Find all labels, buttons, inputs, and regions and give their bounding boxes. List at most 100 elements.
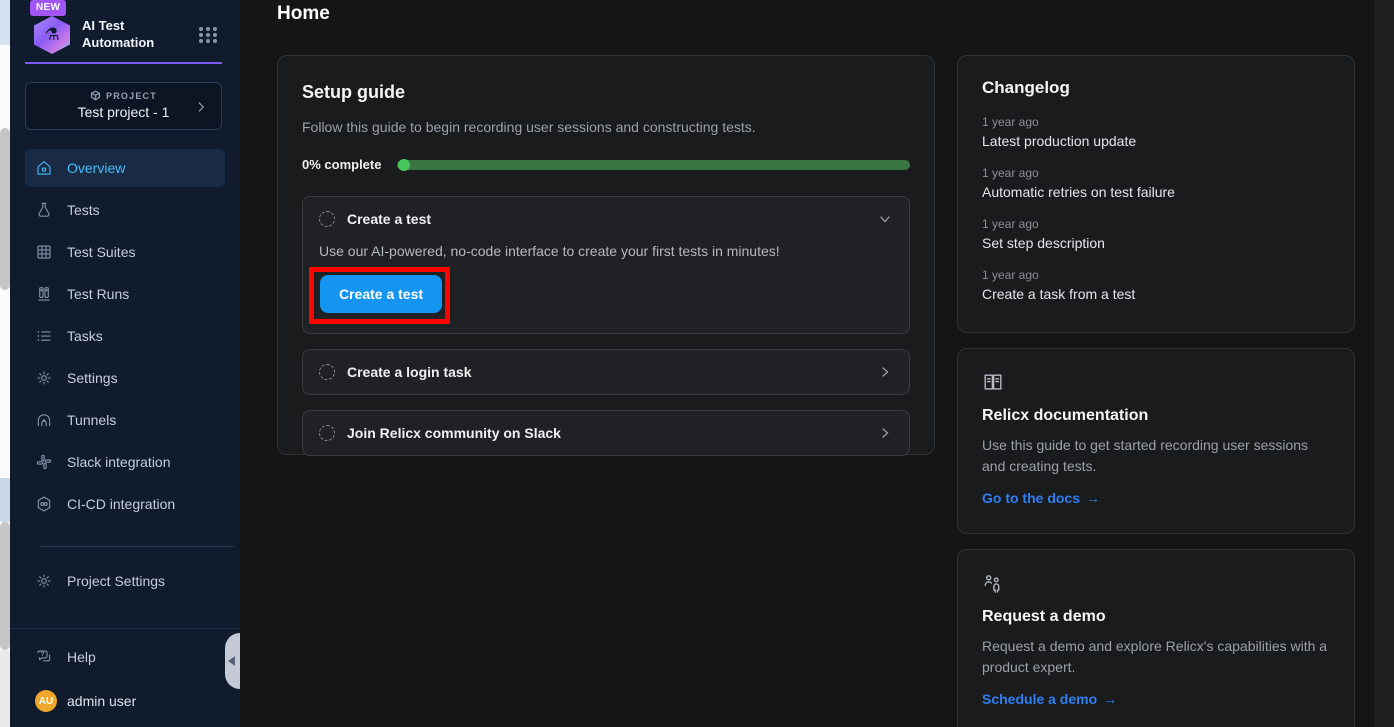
sidebar-item-tunnels[interactable]: Tunnels bbox=[25, 401, 225, 439]
chevron-down-icon bbox=[877, 211, 893, 227]
triangle-left-icon bbox=[228, 656, 235, 666]
incomplete-step-icon bbox=[319, 425, 335, 441]
background-window-segment bbox=[0, 650, 10, 727]
sidebar-item-help[interactable]: ? Help bbox=[25, 638, 225, 676]
page-title: Home bbox=[277, 3, 330, 25]
step-title: Create a login task bbox=[347, 364, 877, 380]
accent-divider bbox=[25, 62, 222, 64]
project-label-row: PROJECT bbox=[26, 90, 221, 101]
table-icon bbox=[35, 243, 53, 261]
user-name: admin user bbox=[67, 693, 136, 709]
sidebar-item-cicd-integration[interactable]: CI-CD integration bbox=[25, 485, 225, 523]
cube-icon bbox=[90, 90, 101, 101]
sidebar-nav: Overview Tests Test Suites Test Runs Tas… bbox=[10, 149, 240, 527]
tunnel-icon bbox=[35, 411, 53, 429]
sidebar-item-tests[interactable]: Tests bbox=[25, 191, 225, 229]
setup-step-join-slack: Join Relicx community on Slack bbox=[302, 410, 910, 456]
sidebar-collapse-handle[interactable] bbox=[225, 633, 240, 689]
home-icon bbox=[35, 159, 53, 177]
highlighted-button-area: Create a test bbox=[320, 275, 442, 313]
changelog-text: Create a task from a test bbox=[982, 286, 1330, 302]
progress-row: 0% complete bbox=[302, 157, 910, 172]
sidebar-item-label: Settings bbox=[67, 370, 118, 386]
step-header-create-test[interactable]: Create a test bbox=[303, 197, 909, 241]
create-a-test-button[interactable]: Create a test bbox=[320, 275, 442, 313]
sidebar-item-slack-integration[interactable]: Slack integration bbox=[25, 443, 225, 481]
step-description: Use our AI-powered, no-code interface to… bbox=[319, 243, 893, 259]
go-to-docs-link[interactable]: Go to the docs → bbox=[982, 490, 1100, 506]
changelog-time: 1 year ago bbox=[982, 166, 1330, 180]
sidebar-item-test-suites[interactable]: Test Suites bbox=[25, 233, 225, 271]
sidebar-item-project-settings[interactable]: Project Settings bbox=[25, 562, 225, 600]
step-body: Use our AI-powered, no-code interface to… bbox=[303, 241, 909, 333]
progress-label: 0% complete bbox=[302, 157, 381, 172]
step-header-login-task[interactable]: Create a login task bbox=[303, 350, 909, 394]
apps-grid-icon[interactable] bbox=[197, 25, 220, 45]
background-window-edge bbox=[0, 0, 10, 727]
book-icon bbox=[982, 371, 1330, 398]
progress-fill bbox=[398, 159, 410, 171]
changelog-text: Latest production update bbox=[982, 133, 1330, 149]
gear-icon bbox=[35, 369, 53, 387]
sidebar-item-tasks[interactable]: Tasks bbox=[25, 317, 225, 355]
setup-guide-card: Setup guide Follow this guide to begin r… bbox=[277, 55, 935, 455]
sidebar-item-label: Tests bbox=[67, 202, 100, 218]
sidebar-item-label: Project Settings bbox=[67, 573, 165, 589]
sidebar: NEW AI Test Automation PROJECT Test proj… bbox=[10, 0, 240, 727]
background-window-segment bbox=[0, 478, 10, 522]
sidebar-footer: ? Help AU admin user bbox=[10, 628, 240, 727]
changelog-time: 1 year ago bbox=[982, 217, 1330, 231]
setup-guide-title: Setup guide bbox=[302, 82, 910, 103]
incomplete-step-icon bbox=[319, 364, 335, 380]
scrollbar-thumb[interactable] bbox=[0, 128, 10, 290]
changelog-entry: 1 year ago Automatic retries on test fai… bbox=[982, 166, 1330, 200]
sidebar-item-overview[interactable]: Overview bbox=[25, 149, 225, 187]
page-scroll-gutter bbox=[1374, 0, 1394, 727]
sidebar-item-settings[interactable]: Settings bbox=[25, 359, 225, 397]
changelog-time: 1 year ago bbox=[982, 115, 1330, 129]
sidebar-item-label: Tunnels bbox=[67, 412, 116, 428]
sidebar-item-label: Slack integration bbox=[67, 454, 171, 470]
incomplete-step-icon bbox=[319, 211, 335, 227]
documentation-title: Relicx documentation bbox=[982, 407, 1330, 425]
changelog-text: Set step description bbox=[982, 235, 1330, 251]
link-label: Schedule a demo bbox=[982, 691, 1097, 707]
project-selector[interactable]: PROJECT Test project - 1 bbox=[25, 82, 222, 130]
arrow-right-icon: → bbox=[1086, 490, 1100, 506]
content-columns: Setup guide Follow this guide to begin r… bbox=[277, 55, 1355, 727]
step-title: Create a test bbox=[347, 211, 877, 227]
setup-step-login-task: Create a login task bbox=[302, 349, 910, 395]
demo-description: Request a demo and explore Relicx's capa… bbox=[982, 636, 1330, 678]
sidebar-nav-secondary: Project Settings bbox=[10, 562, 240, 604]
user-menu[interactable]: AU admin user bbox=[25, 682, 225, 720]
sidebar-item-label: Overview bbox=[67, 160, 125, 176]
sidebar-item-label: Test Suites bbox=[67, 244, 135, 260]
changelog-entry: 1 year ago Set step description bbox=[982, 217, 1330, 251]
documentation-card: Relicx documentation Use this guide to g… bbox=[957, 348, 1355, 534]
chevron-right-icon bbox=[877, 364, 893, 380]
sidebar-item-test-runs[interactable]: Test Runs bbox=[25, 275, 225, 313]
step-header-join-slack[interactable]: Join Relicx community on Slack bbox=[303, 411, 909, 455]
demo-title: Request a demo bbox=[982, 608, 1330, 626]
sidebar-item-label: Test Runs bbox=[67, 286, 129, 302]
setup-guide-description: Follow this guide to begin recording use… bbox=[302, 119, 910, 135]
project-label: PROJECT bbox=[106, 91, 157, 101]
gear-icon bbox=[35, 572, 53, 590]
scrollbar-thumb[interactable] bbox=[0, 522, 10, 650]
progress-bar bbox=[397, 160, 910, 170]
app-header: AI Test Automation bbox=[34, 16, 220, 54]
arrow-right-icon: → bbox=[1103, 691, 1117, 707]
list-icon bbox=[35, 327, 53, 345]
link-label: Go to the docs bbox=[982, 490, 1080, 506]
step-title: Join Relicx community on Slack bbox=[347, 425, 877, 441]
setup-step-create-test: Create a test Use our AI-powered, no-cod… bbox=[302, 196, 910, 334]
infinity-icon bbox=[35, 495, 53, 513]
flask-icon bbox=[35, 201, 53, 219]
project-name: Test project - 1 bbox=[26, 104, 221, 120]
schedule-demo-link[interactable]: Schedule a demo → bbox=[982, 691, 1117, 707]
sidebar-item-label: Help bbox=[67, 649, 96, 665]
slack-icon bbox=[35, 453, 53, 471]
app-title: AI Test Automation bbox=[82, 18, 197, 52]
chevron-right-icon bbox=[194, 100, 208, 114]
changelog-time: 1 year ago bbox=[982, 268, 1330, 282]
